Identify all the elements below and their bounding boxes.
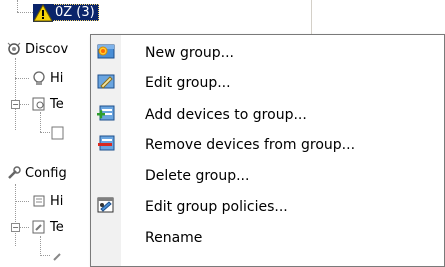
tree-node-child[interactable] <box>50 246 66 264</box>
tree-connector <box>40 255 50 256</box>
tree-connector <box>17 0 18 12</box>
template-item-icon <box>50 125 66 141</box>
tree-connector <box>15 201 29 202</box>
tree-node-history[interactable]: Hi <box>31 69 63 87</box>
discovery-icon <box>6 41 22 57</box>
remove-devices-icon <box>97 135 115 154</box>
group-policies-icon <box>97 197 115 216</box>
tree-connector <box>15 184 16 246</box>
menu-item-new-group[interactable]: New group... <box>91 38 444 67</box>
menu-item-rename[interactable]: Rename <box>91 223 444 252</box>
menu-item-label: Edit group policies... <box>145 198 288 215</box>
expand-collapse-toggle[interactable]: − <box>11 223 20 232</box>
tree-connector <box>40 112 41 132</box>
tree-node-label: Discov <box>25 41 69 57</box>
tree-node-label: 0Z (3) <box>51 3 99 21</box>
tree-connector <box>15 58 16 130</box>
tree-connector <box>40 132 50 133</box>
menu-item-label: Edit group... <box>145 74 231 91</box>
expand-collapse-toggle[interactable]: − <box>11 100 20 109</box>
context-menu: New group... Edit group... Add devices t… <box>90 34 445 267</box>
tree-node-discovery[interactable]: Discov <box>6 40 68 58</box>
tree-node-configuration[interactable]: Config <box>6 164 67 182</box>
tree-node-templates[interactable]: Te <box>31 95 64 113</box>
tree-node-templates[interactable]: Te <box>31 218 64 236</box>
menu-item-edit-group-policies[interactable]: Edit group policies... <box>91 192 444 221</box>
tree-node-label: Config <box>25 165 67 181</box>
tree-connector <box>15 78 29 79</box>
menu-item-delete-group[interactable]: Delete group... <box>91 161 444 190</box>
tree-node-label: Hi <box>50 70 64 86</box>
wrench-icon <box>50 247 66 263</box>
tree-node-child[interactable] <box>50 124 66 142</box>
menu-item-add-devices[interactable]: Add devices to group... <box>91 100 444 129</box>
tree-node-label: Te <box>50 96 64 112</box>
add-devices-icon <box>97 105 115 124</box>
template-icon <box>31 96 47 112</box>
tree-node-label: Hi <box>50 193 64 209</box>
menu-item-label: New group... <box>145 44 234 61</box>
menu-item-remove-devices[interactable]: Remove devices from group... <box>91 130 444 159</box>
menu-item-edit-group[interactable]: Edit group... <box>91 68 444 97</box>
tree-connector <box>17 12 33 13</box>
warning-icon <box>33 4 53 22</box>
tree-node-selected[interactable]: 0Z (3) <box>33 3 99 22</box>
history-icon <box>31 70 47 86</box>
template-wrench-icon <box>31 219 47 235</box>
menu-item-label: Remove devices from group... <box>145 136 356 153</box>
edit-group-icon <box>97 73 115 92</box>
tree-connector <box>40 236 41 256</box>
menu-item-label: Add devices to group... <box>145 106 307 123</box>
new-group-icon <box>97 43 115 62</box>
menu-item-label: Rename <box>145 229 203 246</box>
menu-item-label: Delete group... <box>145 167 250 184</box>
wrench-icon <box>6 165 22 181</box>
pane-divider <box>311 0 312 36</box>
history-icon <box>31 193 47 209</box>
tree-node-history[interactable]: Hi <box>31 192 63 210</box>
tree-node-label: Te <box>50 219 64 235</box>
